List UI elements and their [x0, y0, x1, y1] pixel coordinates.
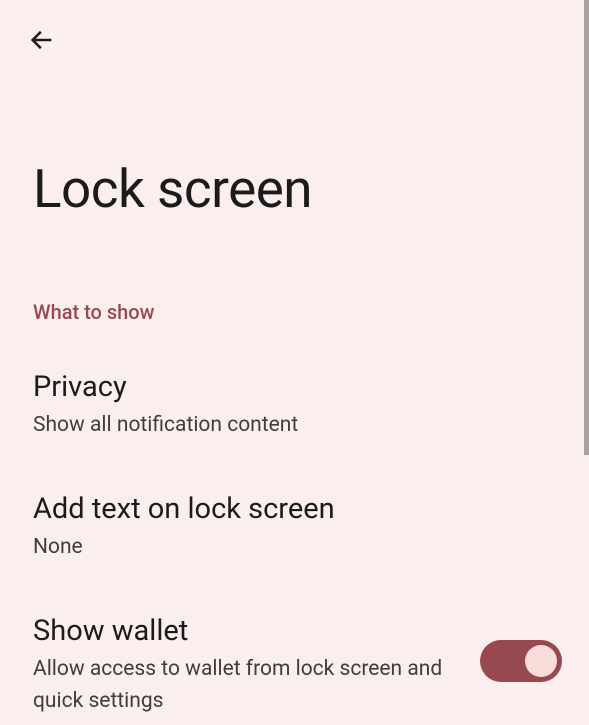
scrollbar[interactable] [584, 0, 589, 455]
setting-privacy-title: Privacy [33, 370, 556, 404]
setting-show-wallet-subtitle: Allow access to wallet from lock screen … [33, 654, 453, 717]
setting-privacy-subtitle: Show all notification content [33, 410, 556, 442]
show-wallet-toggle[interactable] [480, 640, 562, 682]
page-title: Lock screen [33, 158, 312, 220]
setting-add-text[interactable]: Add text on lock screen None [33, 492, 556, 564]
setting-show-wallet-title: Show wallet [33, 614, 556, 648]
back-button[interactable] [26, 24, 58, 56]
setting-privacy[interactable]: Privacy Show all notification content [33, 370, 556, 442]
toggle-thumb [525, 645, 557, 677]
setting-add-text-title: Add text on lock screen [33, 492, 556, 526]
setting-add-text-subtitle: None [33, 532, 556, 564]
back-arrow-icon [28, 26, 56, 54]
setting-show-wallet: Show wallet Allow access to wallet from … [33, 614, 556, 717]
section-header-what-to-show: What to show [33, 300, 154, 324]
